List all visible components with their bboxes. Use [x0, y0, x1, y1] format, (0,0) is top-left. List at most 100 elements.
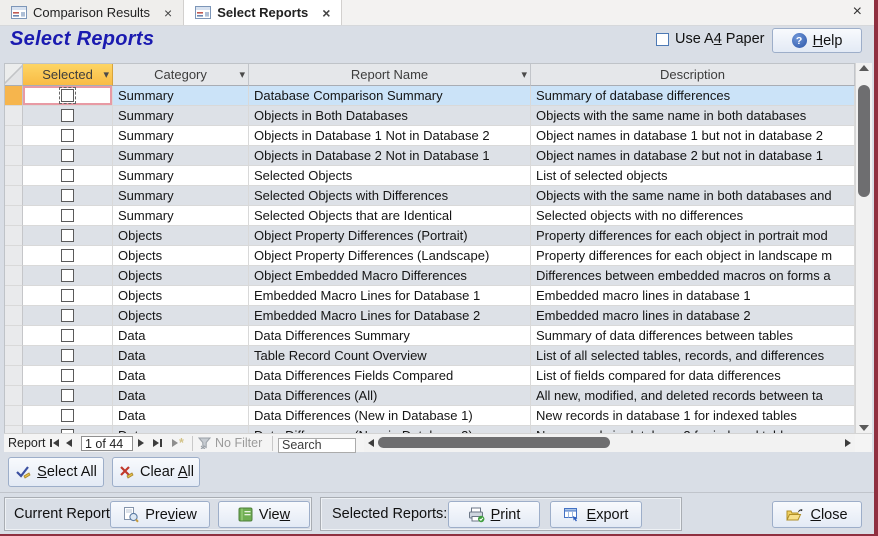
column-header-selected[interactable]: Selected ▾	[23, 64, 113, 86]
selected-cell[interactable]	[23, 126, 113, 146]
first-record-button[interactable]	[50, 434, 59, 452]
description-cell[interactable]: Property differences for each object in …	[531, 226, 855, 246]
report-name-cell[interactable]: Selected Objects that are Identical	[249, 206, 531, 226]
selected-cell[interactable]	[23, 286, 113, 306]
description-cell[interactable]: New records in database 1 for indexed ta…	[531, 406, 855, 426]
row-checkbox[interactable]	[61, 409, 74, 422]
selected-cell[interactable]	[23, 86, 113, 106]
row-selector[interactable]	[5, 246, 23, 266]
row-checkbox[interactable]	[61, 209, 74, 222]
close-icon[interactable]: ×	[853, 4, 862, 20]
horizontal-scrollbar[interactable]	[364, 434, 855, 452]
column-header-report-name[interactable]: Report Name ▾	[249, 64, 531, 86]
category-cell[interactable]: Data	[113, 346, 249, 366]
selected-cell[interactable]	[23, 106, 113, 126]
report-name-cell[interactable]: Objects in Both Databases	[249, 106, 531, 126]
description-cell[interactable]: Differences between embedded macros on f…	[531, 266, 855, 286]
description-cell[interactable]: Objects with the same name in both datab…	[531, 106, 855, 126]
scroll-left-icon[interactable]	[368, 439, 374, 447]
category-cell[interactable]: Summary	[113, 86, 249, 106]
category-cell[interactable]: Objects	[113, 226, 249, 246]
row-checkbox[interactable]	[61, 269, 74, 282]
category-cell[interactable]: Summary	[113, 146, 249, 166]
report-name-cell[interactable]: Selected Objects	[249, 166, 531, 186]
scroll-up-icon[interactable]	[859, 65, 869, 71]
category-cell[interactable]: Summary	[113, 166, 249, 186]
vertical-scrollbar[interactable]	[855, 63, 872, 433]
description-cell[interactable]: List of selected objects	[531, 166, 855, 186]
row-checkbox[interactable]	[61, 129, 74, 142]
row-selector[interactable]	[5, 126, 23, 146]
category-cell[interactable]: Objects	[113, 306, 249, 326]
close-icon[interactable]: ×	[164, 6, 172, 20]
row-checkbox[interactable]	[61, 289, 74, 302]
clear-all-button[interactable]: Clear All	[112, 457, 200, 487]
report-name-cell[interactable]: Embedded Macro Lines for Database 2	[249, 306, 531, 326]
report-name-cell[interactable]: Table Record Count Overview	[249, 346, 531, 366]
row-selector[interactable]	[5, 206, 23, 226]
row-checkbox[interactable]	[61, 149, 74, 162]
selected-cell[interactable]	[23, 186, 113, 206]
view-button[interactable]: View	[218, 501, 310, 528]
row-selector[interactable]	[5, 386, 23, 406]
selected-cell[interactable]	[23, 206, 113, 226]
select-all-button[interactable]: Select All	[8, 457, 104, 487]
report-name-cell[interactable]: Objects in Database 2 Not in Database 1	[249, 146, 531, 166]
row-checkbox[interactable]	[61, 189, 74, 202]
description-cell[interactable]: List of all selected tables, records, an…	[531, 346, 855, 366]
selected-cell[interactable]	[23, 306, 113, 326]
category-cell[interactable]: Data	[113, 326, 249, 346]
row-selector[interactable]	[5, 346, 23, 366]
row-checkbox[interactable]	[61, 169, 74, 182]
row-checkbox[interactable]	[61, 329, 74, 342]
row-selector[interactable]	[5, 326, 23, 346]
description-cell[interactable]: Summary of data differences between tabl…	[531, 326, 855, 346]
help-button[interactable]: ? Help	[772, 28, 862, 53]
category-cell[interactable]: Summary	[113, 206, 249, 226]
select-all-corner[interactable]	[5, 64, 23, 86]
scroll-down-icon[interactable]	[859, 425, 869, 431]
chevron-down-icon[interactable]: ▾	[521, 68, 527, 81]
row-selector[interactable]	[5, 106, 23, 126]
report-name-cell[interactable]: Object Property Differences (Portrait)	[249, 226, 531, 246]
row-selector[interactable]	[5, 146, 23, 166]
description-cell[interactable]: List of fields compared for data differe…	[531, 366, 855, 386]
selected-cell[interactable]	[23, 266, 113, 286]
row-selector[interactable]	[5, 86, 23, 106]
scroll-right-icon[interactable]	[845, 439, 851, 447]
column-header-category[interactable]: Category ▾	[113, 64, 249, 86]
description-cell[interactable]: Object names in database 2 but not in da…	[531, 146, 855, 166]
selected-cell[interactable]	[23, 226, 113, 246]
description-cell[interactable]: Property differences for each object in …	[531, 246, 855, 266]
column-header-description[interactable]: Description	[531, 64, 855, 86]
row-checkbox[interactable]	[61, 109, 74, 122]
description-cell[interactable]: Selected objects with no differences	[531, 206, 855, 226]
record-position-box[interactable]: 1 of 44	[81, 436, 133, 451]
tab-comparison-results[interactable]: Comparison Results ×	[0, 0, 184, 25]
description-cell[interactable]: Embedded macro lines in database 2	[531, 306, 855, 326]
category-cell[interactable]: Data	[113, 366, 249, 386]
description-cell[interactable]: All new, modified, and deleted records b…	[531, 386, 855, 406]
description-cell[interactable]: Embedded macro lines in database 1	[531, 286, 855, 306]
selected-cell[interactable]	[23, 346, 113, 366]
row-selector[interactable]	[5, 406, 23, 426]
report-name-cell[interactable]: Object Embedded Macro Differences	[249, 266, 531, 286]
category-cell[interactable]: Data	[113, 406, 249, 426]
row-selector[interactable]	[5, 306, 23, 326]
row-selector[interactable]	[5, 186, 23, 206]
report-name-cell[interactable]: Embedded Macro Lines for Database 1	[249, 286, 531, 306]
report-name-cell[interactable]: Selected Objects with Differences	[249, 186, 531, 206]
category-cell[interactable]: Objects	[113, 286, 249, 306]
row-checkbox[interactable]	[61, 369, 74, 382]
print-button[interactable]: Print	[448, 501, 540, 528]
last-record-button[interactable]	[153, 434, 162, 452]
category-cell[interactable]: Objects	[113, 246, 249, 266]
row-checkbox[interactable]	[61, 349, 74, 362]
selected-cell[interactable]	[23, 166, 113, 186]
close-button[interactable]: Close	[772, 501, 862, 528]
previous-record-button[interactable]	[66, 434, 72, 452]
row-checkbox[interactable]	[61, 389, 74, 402]
checkbox-icon[interactable]	[656, 33, 669, 46]
category-cell[interactable]: Summary	[113, 126, 249, 146]
tab-select-reports[interactable]: Select Reports ×	[184, 0, 342, 25]
